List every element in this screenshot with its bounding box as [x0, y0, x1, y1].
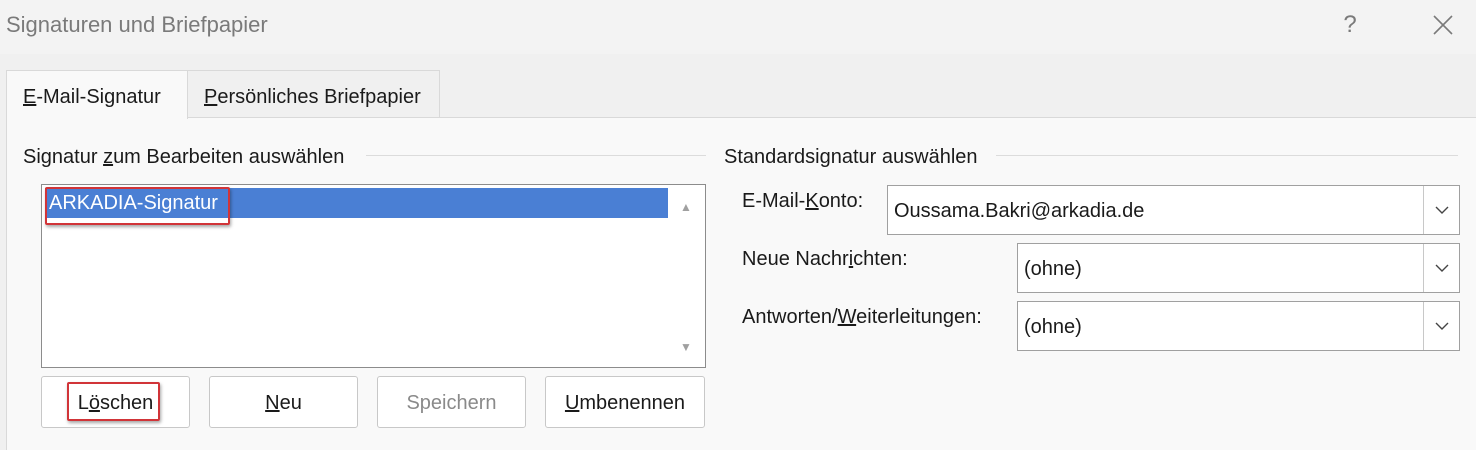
account-label-mnemonic: K: [805, 190, 819, 212]
email-account-select[interactable]: Oussama.Bakri@arkadia.de: [887, 185, 1460, 235]
delete-label-post: schen: [99, 392, 154, 414]
edit-signature-group-title: Signatur zum Bearbeiten auswählen: [23, 146, 344, 169]
new-messages-select[interactable]: (ohne): [1017, 243, 1460, 293]
rename-label-post: mbenennen: [579, 392, 686, 414]
tab-personal-stationery-label: ersönliches Briefpapier: [217, 86, 421, 108]
reply-label-mnemonic: W: [837, 306, 857, 328]
scroll-down-arrow-icon[interactable]: ▼: [676, 337, 696, 357]
replies-forwards-label: Antworten/Weiterleitungen:: [742, 306, 982, 329]
delete-label-pre: L: [77, 392, 89, 414]
default-signature-group-title: Standardsignatur auswählen: [724, 146, 978, 168]
window-title: Signaturen und Briefpapier: [6, 12, 268, 37]
edit-group-title-mnemonic: z: [103, 146, 114, 168]
tab-email-signature-mnemonic: E: [23, 86, 37, 108]
signature-list[interactable]: ARKADIA-Signatur ▲ ▼: [41, 184, 706, 368]
combo-separator: [1423, 244, 1424, 292]
tab-personal-stationery-mnemonic: P: [204, 86, 218, 108]
replies-forwards-select[interactable]: (ohne): [1017, 301, 1460, 351]
new-messages-label: Neue Nachrichten:: [742, 248, 908, 271]
rename-label-mnemonic: U: [564, 392, 580, 414]
scroll-up-arrow-icon[interactable]: ▲: [676, 197, 696, 217]
chevron-down-icon: [1435, 322, 1449, 330]
new-messages-value: (ohne): [1024, 258, 1082, 280]
delete-label-mnemonic: ö: [88, 392, 100, 414]
close-icon: [1433, 15, 1453, 35]
new-msg-label-post: chten:: [853, 248, 908, 270]
default-group-divider: [996, 155, 1458, 156]
account-label-pre: E-Mail-: [742, 190, 806, 212]
tab-email-signature-label: -Mail-Signatur: [36, 86, 161, 108]
combo-separator: [1423, 186, 1424, 234]
reply-label-pre: Antworten/: [742, 306, 838, 328]
account-label-post: onto:: [818, 190, 864, 212]
help-button[interactable]: ?: [1336, 8, 1364, 42]
tab-personal-stationery[interactable]: Persönliches Briefpapier: [188, 70, 440, 118]
new-label-mnemonic: N: [265, 392, 280, 414]
title-bar: Signaturen und Briefpapier ?: [0, 0, 1476, 54]
combo-separator: [1423, 302, 1424, 350]
reply-label-post: eiterleitungen:: [856, 306, 982, 328]
save-button[interactable]: Speichern: [377, 376, 526, 428]
edit-group-title-post: um Bearbeiten auswählen: [113, 146, 345, 168]
list-item[interactable]: ARKADIA-Signatur: [45, 188, 668, 218]
new-label-post: eu: [279, 392, 302, 414]
new-button[interactable]: Neu: [209, 376, 358, 428]
edit-group-title-pre: Signatur: [23, 146, 104, 168]
close-button[interactable]: [1428, 10, 1458, 40]
email-account-value: Oussama.Bakri@arkadia.de: [894, 200, 1145, 222]
delete-button[interactable]: Löschen: [41, 376, 190, 428]
chevron-down-icon: [1435, 264, 1449, 272]
new-msg-label-pre: Neue Nachr: [742, 248, 849, 270]
replies-forwards-value: (ohne): [1024, 316, 1082, 338]
chevron-down-icon: [1435, 206, 1449, 214]
edit-group-divider: [366, 155, 706, 156]
email-account-label: E-Mail-Konto:: [742, 190, 863, 213]
tab-email-signature[interactable]: E-Mail-Signatur: [6, 70, 188, 119]
rename-button[interactable]: Umbenennen: [545, 376, 705, 428]
